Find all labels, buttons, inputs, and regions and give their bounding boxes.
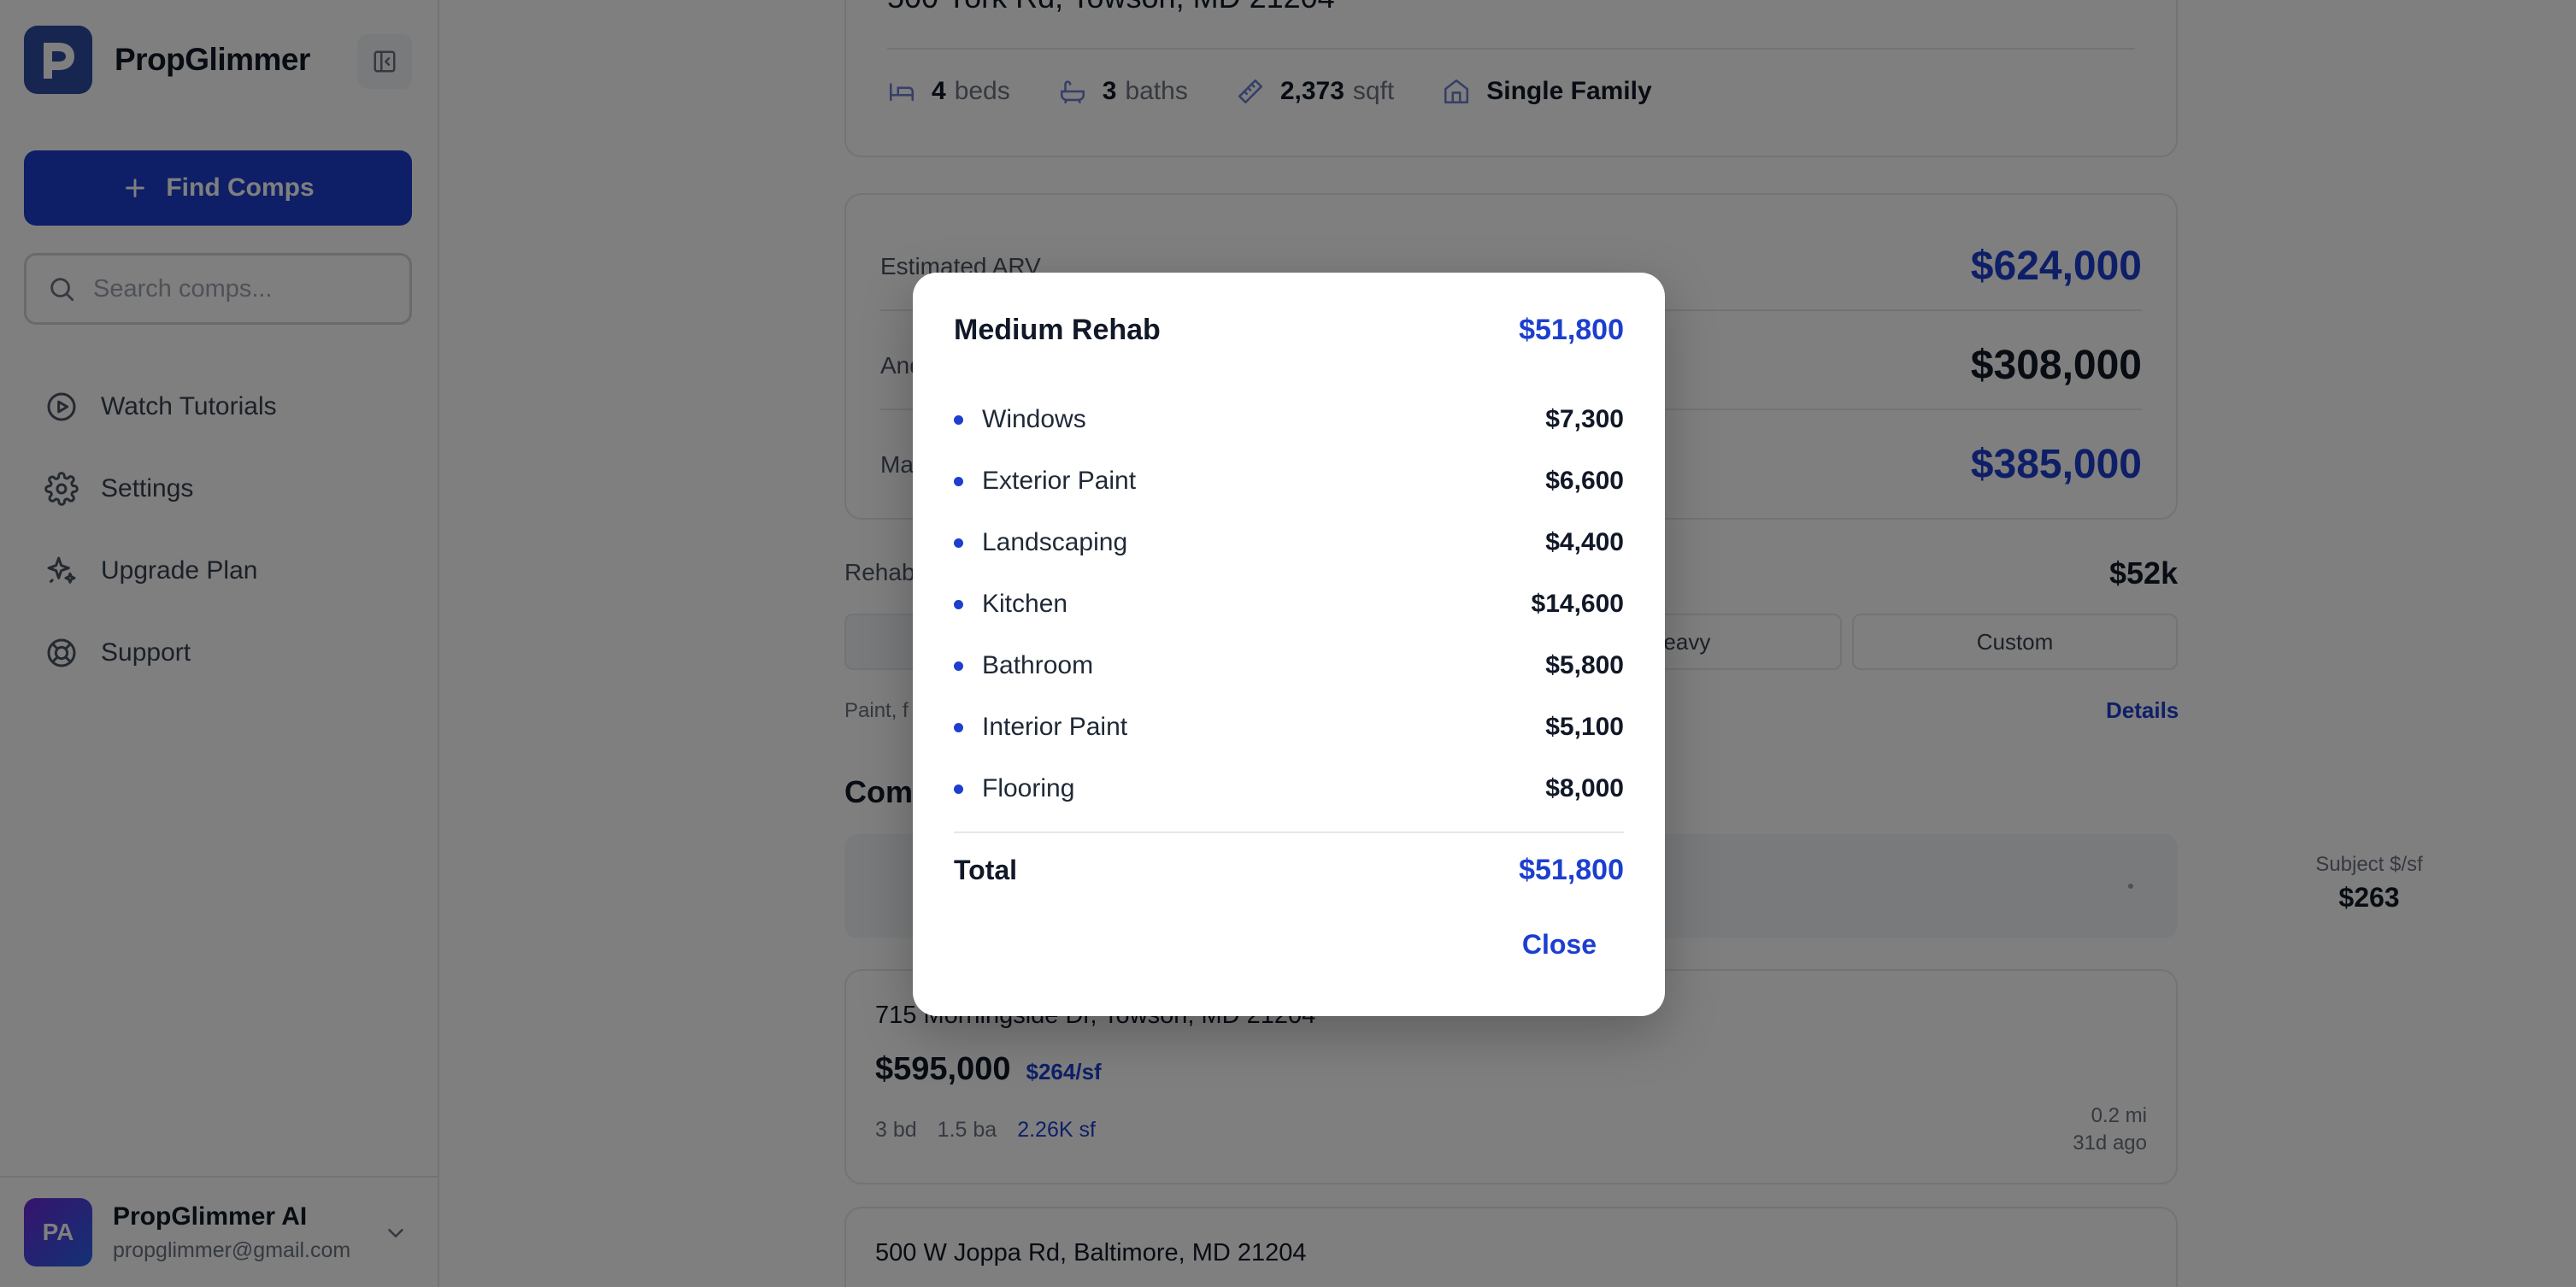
line-item: Windows $7,300 <box>954 389 1624 450</box>
line-item-name: Interior Paint <box>982 713 1128 741</box>
rehab-line-items: Windows $7,300 Exterior Paint $6,600 Lan… <box>954 389 1624 820</box>
line-item-name: Exterior Paint <box>982 467 1137 495</box>
total-label: Total <box>954 855 1018 885</box>
line-item: Bathroom $5,800 <box>954 635 1624 696</box>
modal-header: Medium Rehab $51,800 <box>954 314 1624 347</box>
bullet-icon <box>954 599 963 609</box>
bullet-icon <box>954 414 963 425</box>
modal-amount: $51,800 <box>1519 314 1624 346</box>
line-item-name: Windows <box>982 405 1086 433</box>
total-row: Total $51,800 <box>954 854 1624 887</box>
bullet-icon <box>954 476 963 486</box>
line-item-cost: $14,600 <box>1531 590 1624 618</box>
total-value: $51,800 <box>1519 854 1624 886</box>
bullet-icon <box>954 538 963 548</box>
line-item-name: Bathroom <box>982 651 1094 679</box>
bullet-icon <box>954 661 963 671</box>
modal-title: Medium Rehab <box>954 314 1161 346</box>
line-item-cost: $6,600 <box>1545 467 1624 495</box>
line-item-cost: $5,100 <box>1545 713 1624 741</box>
line-item-cost: $7,300 <box>1545 405 1624 433</box>
line-item: Interior Paint $5,100 <box>954 696 1624 758</box>
line-item-name: Flooring <box>982 774 1075 802</box>
line-item-cost: $4,400 <box>1545 528 1624 556</box>
line-item: Kitchen $14,600 <box>954 573 1624 635</box>
line-item: Landscaping $4,400 <box>954 512 1624 573</box>
line-item-name: Landscaping <box>982 528 1128 556</box>
close-button[interactable]: Close <box>1522 929 1597 961</box>
bullet-icon <box>954 784 963 794</box>
line-item-cost: $8,000 <box>1545 774 1624 802</box>
rehab-breakdown-modal: Medium Rehab $51,800 Windows $7,300 Exte… <box>913 273 1665 1016</box>
bullet-icon <box>954 722 963 732</box>
divider <box>954 832 1624 833</box>
line-item: Exterior Paint $6,600 <box>954 450 1624 512</box>
line-item-cost: $5,800 <box>1545 651 1624 679</box>
line-item: Flooring $8,000 <box>954 758 1624 820</box>
line-item-name: Kitchen <box>982 590 1068 618</box>
